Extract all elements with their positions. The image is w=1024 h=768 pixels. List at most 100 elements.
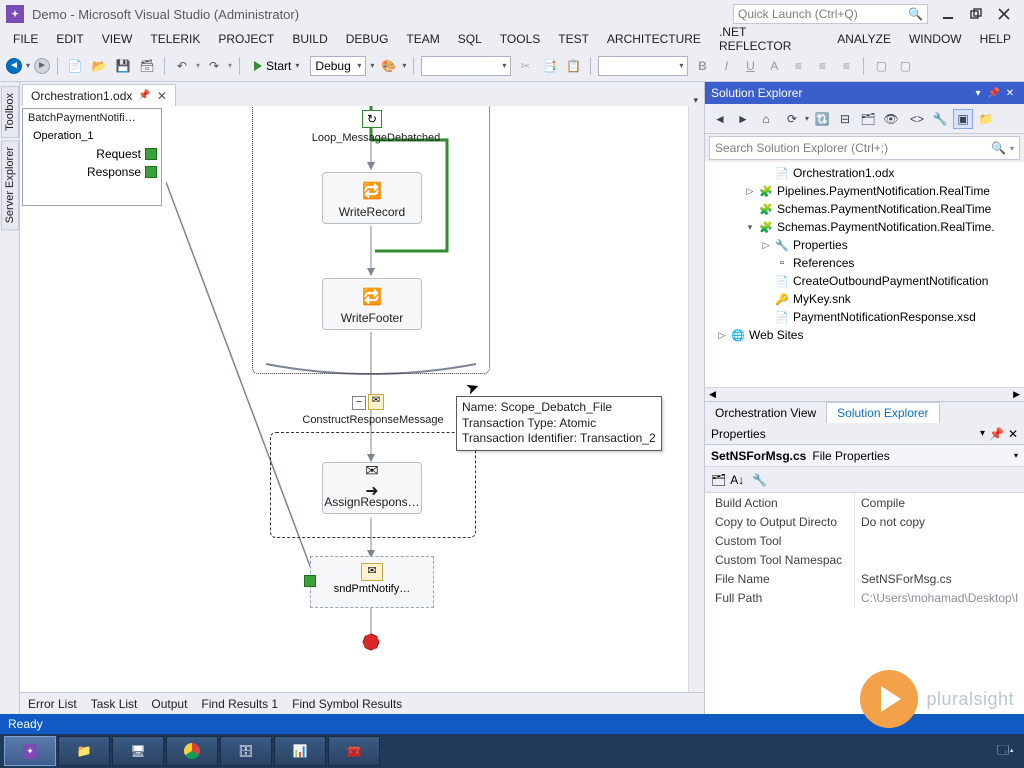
property-row[interactable]: Full PathC:\Users\mohamad\Desktop\I: [705, 588, 1024, 607]
minimize-button[interactable]: [934, 3, 962, 25]
start-debug-button[interactable]: Start ▾: [247, 56, 306, 76]
italic-icon[interactable]: I: [716, 56, 736, 76]
restore-button[interactable]: [962, 3, 990, 25]
panel-menu-icon[interactable]: ▾: [970, 85, 986, 101]
tab-output[interactable]: Output: [151, 697, 187, 711]
property-value[interactable]: Compile: [855, 493, 1024, 512]
find-combo[interactable]: ▾: [421, 56, 511, 76]
system-tray[interactable]: 🗔▴: [997, 741, 1020, 762]
task-app-2[interactable]: 📊: [274, 736, 326, 766]
underline-icon[interactable]: U: [740, 56, 760, 76]
property-value[interactable]: [855, 531, 1024, 550]
tree-node[interactable]: 🧩Schemas.PaymentNotification.RealTime: [705, 200, 1024, 218]
properties-icon[interactable]: 🔧: [930, 109, 950, 129]
menu-architecture[interactable]: ARCHITECTURE: [598, 30, 710, 48]
properties-grid[interactable]: Build ActionCompileCopy to Output Direct…: [705, 493, 1024, 714]
toolbox-tab[interactable]: Toolbox: [1, 86, 19, 138]
task-chrome[interactable]: [166, 736, 218, 766]
property-row[interactable]: File NameSetNSForMsg.cs: [705, 569, 1024, 588]
port-connector-icon[interactable]: [145, 148, 157, 160]
menu-debug[interactable]: DEBUG: [337, 30, 398, 48]
tree-node[interactable]: 📄PaymentNotificationResponse.xsd: [705, 308, 1024, 326]
task-remote-desktop[interactable]: 🖥: [112, 736, 164, 766]
vertical-scrollbar[interactable]: [688, 106, 704, 692]
close-button[interactable]: [990, 3, 1018, 25]
nav-back-button[interactable]: ◄: [6, 58, 22, 74]
preview-icon[interactable]: 👁: [881, 109, 901, 129]
bold-icon[interactable]: B: [692, 56, 712, 76]
properties-header[interactable]: Properties ▾ 📌 ✕: [705, 423, 1024, 445]
tree-node[interactable]: 📄Orchestration1.odx: [705, 164, 1024, 182]
tab-task-list[interactable]: Task List: [91, 697, 138, 711]
tree-node[interactable]: ▷🧩Pipelines.PaymentNotification.RealTime: [705, 182, 1024, 200]
menu-window[interactable]: WINDOW: [900, 30, 971, 48]
align-left-icon[interactable]: ≡: [788, 56, 808, 76]
pin-icon[interactable]: 📌: [138, 90, 150, 101]
scope-to-this-icon[interactable]: ▣: [953, 109, 973, 129]
panel-menu-icon[interactable]: ▾: [980, 428, 985, 439]
copy-icon[interactable]: 📑: [539, 56, 559, 76]
forward-icon[interactable]: ►: [733, 109, 753, 129]
tree-node[interactable]: ▷🔧Properties: [705, 236, 1024, 254]
new-folder-icon[interactable]: 📁: [976, 109, 996, 129]
property-row[interactable]: Copy to Output DirectoDo not copy: [705, 512, 1024, 531]
property-row[interactable]: Custom Tool Namespac: [705, 550, 1024, 569]
categorized-icon[interactable]: 🗂: [711, 473, 726, 487]
nav-forward-button[interactable]: ►: [34, 58, 50, 74]
properties-subject[interactable]: SetNSForMsg.cs File Properties ▾: [705, 445, 1024, 467]
menu-tools[interactable]: TOOLS: [491, 30, 549, 48]
pin-icon[interactable]: 📌: [986, 85, 1002, 101]
tab-overflow-icon[interactable]: ▾: [693, 95, 698, 106]
platform-icon[interactable]: 🎨: [378, 56, 398, 76]
task-file-explorer[interactable]: 📁: [58, 736, 110, 766]
refresh-icon[interactable]: 🔃: [812, 109, 832, 129]
menu-analyze[interactable]: ANALYZE: [828, 30, 900, 48]
view-code-icon[interactable]: <>: [907, 109, 927, 129]
server-explorer-tab[interactable]: Server Explorer: [1, 140, 19, 230]
scope-toggle-button[interactable]: −: [352, 396, 366, 410]
save-icon[interactable]: 💾: [113, 56, 133, 76]
expand-icon[interactable]: ▷: [761, 240, 771, 251]
property-pages-icon[interactable]: 🔧: [752, 473, 767, 487]
font-color-icon[interactable]: A: [764, 56, 784, 76]
align-center-icon[interactable]: ≡: [812, 56, 832, 76]
shape-send[interactable]: ✉ sndPmtNotify…: [310, 556, 434, 608]
menu-sql[interactable]: SQL: [449, 30, 491, 48]
menu-build[interactable]: BUILD: [283, 30, 336, 48]
property-value[interactable]: Do not copy: [855, 512, 1024, 531]
home-icon[interactable]: ⌂: [756, 109, 776, 129]
tab-orchestration-view[interactable]: Orchestration View: [705, 403, 826, 423]
redo-icon[interactable]: ↷: [204, 56, 224, 76]
port-surface[interactable]: BatchPaymentNotifi… Operation_1 Request …: [22, 108, 162, 206]
expand-icon[interactable]: ▷: [717, 330, 727, 341]
shape-write-footer[interactable]: 🔁 WriteFooter: [322, 278, 422, 330]
pin-icon[interactable]: 📌: [989, 427, 1004, 441]
property-value[interactable]: [855, 550, 1024, 569]
shape-assign-response[interactable]: ✉➜ AssignRespons…: [322, 462, 422, 514]
layer-icon[interactable]: ▢: [871, 56, 891, 76]
layer-icon-2[interactable]: ▢: [895, 56, 915, 76]
task-visual-studio[interactable]: ✦: [4, 736, 56, 766]
port-connector-icon[interactable]: [304, 575, 316, 587]
expand-icon[interactable]: ▷: [745, 186, 755, 197]
tab-find-results-1[interactable]: Find Results 1: [201, 697, 278, 711]
tree-node[interactable]: ▷🌐Web Sites: [705, 326, 1024, 344]
port-request[interactable]: Request: [23, 145, 161, 163]
save-all-icon[interactable]: 🗃: [137, 56, 157, 76]
cut-icon[interactable]: ✂: [515, 56, 535, 76]
tab-error-list[interactable]: Error List: [28, 697, 77, 711]
solution-config-combo[interactable]: Debug▾: [310, 56, 366, 76]
quick-launch-input[interactable]: Quick Launch (Ctrl+Q) 🔍: [733, 4, 928, 24]
close-icon[interactable]: ✕: [1002, 85, 1018, 101]
tree-node[interactable]: 🔑MyKey.snk: [705, 290, 1024, 308]
close-icon[interactable]: ✕: [157, 89, 167, 103]
orchestration-canvas[interactable]: ↻ Loop_MessageDebatched 🔁 WriteRecord 🔁 …: [166, 106, 688, 692]
tree-node[interactable]: ▫References: [705, 254, 1024, 272]
menu-help[interactable]: HELP: [971, 30, 1020, 48]
menu-project[interactable]: PROJECT: [209, 30, 283, 48]
horizontal-scrollbar[interactable]: ◀▶: [705, 387, 1024, 401]
back-icon[interactable]: ◄: [710, 109, 730, 129]
document-tab[interactable]: Orchestration1.odx 📌 ✕: [22, 84, 176, 106]
close-icon[interactable]: ✕: [1008, 427, 1018, 441]
shape-write-record[interactable]: 🔁 WriteRecord: [322, 172, 422, 224]
